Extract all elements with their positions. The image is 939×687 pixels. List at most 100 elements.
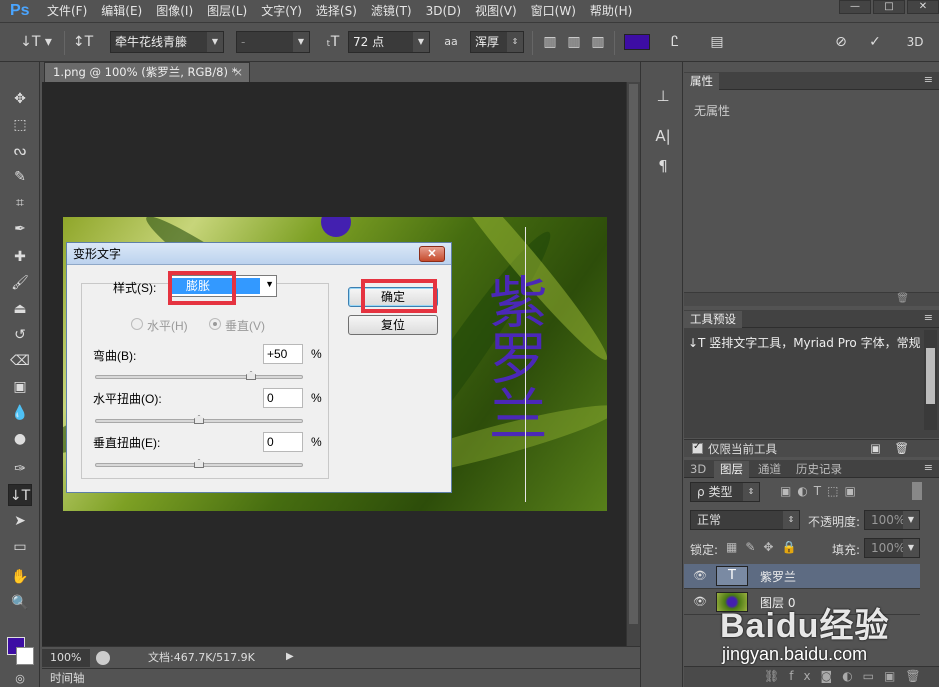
menu-image[interactable]: 图像(I) bbox=[149, 0, 200, 22]
fill-input[interactable]: 100% ▼ bbox=[864, 538, 920, 558]
eyedropper-tool-icon[interactable]: ✒ bbox=[8, 218, 32, 240]
paragraph-icon[interactable]: ¶ bbox=[653, 156, 673, 176]
tool-preset-item[interactable]: ↓T 竖排文字工具，Myriad Pro 字体，常规 bbox=[688, 334, 920, 351]
close-button[interactable]: ✕ bbox=[907, 0, 939, 14]
font-style-select[interactable]: - ▼ bbox=[236, 31, 310, 53]
current-tool-only-checkbox[interactable] bbox=[692, 441, 703, 454]
layers-tabbar: 3D 图层 通道 历史记录 ≡ bbox=[684, 460, 939, 478]
play-right-icon[interactable]: ▶ bbox=[286, 651, 294, 662]
text-color-swatch[interactable] bbox=[624, 34, 650, 50]
cancel-icon[interactable]: ⊘ bbox=[830, 31, 852, 53]
tab-3d[interactable]: 3D bbox=[684, 461, 712, 478]
hand-tool-icon[interactable]: ✋ bbox=[8, 566, 32, 588]
lock-icons[interactable]: ▦✎✥🔒 bbox=[726, 540, 804, 554]
zoom-tool-icon[interactable]: 🔍 bbox=[8, 592, 32, 614]
eraser-tool-icon[interactable]: ⌫ bbox=[8, 350, 32, 372]
blend-mode-select[interactable]: 正常 ⇕ bbox=[690, 510, 800, 530]
menu-select[interactable]: 选择(S) bbox=[309, 0, 364, 22]
panel-menu-icon[interactable]: ≡ bbox=[924, 311, 933, 324]
background-color-swatch[interactable] bbox=[16, 647, 34, 665]
timeline-panel-tab[interactable]: 时间轴 bbox=[42, 668, 640, 687]
commit-icon[interactable]: ✓ bbox=[864, 31, 886, 53]
zoom-level[interactable]: 100% bbox=[42, 649, 90, 667]
panel-menu-icon[interactable]: ≡ bbox=[924, 73, 933, 86]
font-family-select[interactable]: 牵牛花线青籐 ▼ bbox=[110, 31, 224, 53]
menu-file[interactable]: 文件(F) bbox=[40, 0, 94, 22]
pen-tool-icon[interactable]: ✑ bbox=[8, 458, 32, 480]
antialias-select[interactable]: 浑厚 ⇕ bbox=[470, 31, 524, 53]
tool-presets-icon[interactable]: ⊥ bbox=[653, 86, 673, 106]
menu-help[interactable]: 帮助(H) bbox=[583, 0, 639, 22]
bend-slider[interactable] bbox=[95, 375, 303, 379]
horizontal-distort-percent: % bbox=[311, 391, 322, 405]
align-top-icon[interactable]: ▥ bbox=[540, 31, 560, 53]
tab-properties[interactable]: 属性 bbox=[684, 73, 719, 90]
reset-button[interactable]: 复位 bbox=[348, 315, 438, 335]
warp-text-icon[interactable]: Ꮭ bbox=[664, 31, 686, 53]
font-size-select[interactable]: 72 点 ▼ bbox=[348, 31, 430, 53]
character-icon[interactable]: A| bbox=[653, 126, 673, 146]
document-tab[interactable]: 1.png @ 100% (紫罗兰, RGB/8) * × bbox=[44, 62, 250, 82]
history-brush-tool-icon[interactable]: ↺ bbox=[8, 324, 32, 346]
vertical-radio[interactable] bbox=[209, 318, 221, 330]
align-center-icon[interactable]: ▥ bbox=[564, 31, 584, 53]
crop-tool-icon[interactable]: ⌗ bbox=[8, 192, 32, 214]
tab-channels[interactable]: 通道 bbox=[752, 461, 787, 478]
canvas-vertical-scrollbar[interactable] bbox=[626, 82, 640, 646]
trash-icon[interactable]: 🗑 bbox=[894, 441, 909, 455]
panel-menu-icon[interactable]: ≡ bbox=[924, 461, 933, 474]
menu-filter[interactable]: 滤镜(T) bbox=[364, 0, 419, 22]
menu-layer[interactable]: 图层(L) bbox=[200, 0, 254, 22]
menu-edit[interactable]: 编辑(E) bbox=[94, 0, 149, 22]
vertical-type-tool-icon[interactable]: ↓T ▾ bbox=[18, 31, 54, 53]
chevron-down-icon: ▼ bbox=[207, 32, 223, 52]
clone-stamp-tool-icon[interactable]: ⏏ bbox=[8, 298, 32, 320]
menu-view[interactable]: 视图(V) bbox=[468, 0, 524, 22]
align-bottom-icon[interactable]: ▥ bbox=[588, 31, 608, 53]
minimize-button[interactable]: — bbox=[839, 0, 871, 14]
menu-window[interactable]: 窗口(W) bbox=[524, 0, 583, 22]
new-preset-icon[interactable]: ▣ bbox=[870, 441, 881, 455]
tab-history[interactable]: 历史记录 bbox=[790, 461, 848, 478]
character-panel-icon[interactable]: ▤ bbox=[706, 31, 728, 53]
tab-layers[interactable]: 图层 bbox=[714, 461, 749, 478]
quick-select-tool-icon[interactable]: ✎ bbox=[8, 166, 32, 188]
layer-filter-kind[interactable]: ρ 类型 ⇕ bbox=[690, 482, 760, 502]
tab-tool-presets[interactable]: 工具预设 bbox=[684, 311, 742, 328]
layer-filter-icons[interactable]: ▣◐T⬚▣ bbox=[780, 484, 862, 498]
rectangle-tool-icon[interactable]: ▭ bbox=[8, 536, 32, 558]
horizontal-radio[interactable] bbox=[131, 318, 143, 330]
path-selection-tool-icon[interactable]: ➤ bbox=[8, 510, 32, 532]
toggle-orientation-icon[interactable]: ↕T bbox=[72, 31, 94, 53]
3d-icon[interactable]: 3D bbox=[902, 31, 928, 53]
menu-3d[interactable]: 3D(D) bbox=[419, 0, 468, 22]
eye-icon[interactable]: 👁 bbox=[693, 595, 707, 608]
vertical-type-tool-icon[interactable]: ↓T bbox=[8, 484, 32, 506]
vertical-distort-input[interactable]: 0 bbox=[263, 432, 303, 452]
status-info-icon[interactable] bbox=[96, 651, 110, 665]
lasso-tool-icon[interactable]: ᔓ bbox=[8, 140, 32, 162]
close-tab-icon[interactable]: × bbox=[233, 63, 243, 82]
quick-mask-icon[interactable]: ◎ bbox=[8, 668, 32, 687]
menu-type[interactable]: 文字(Y) bbox=[254, 0, 309, 22]
healing-brush-tool-icon[interactable]: ✚ bbox=[8, 246, 32, 268]
blur-tool-icon[interactable]: 💧 bbox=[8, 402, 32, 424]
layer-row[interactable]: 👁 T 紫罗兰 bbox=[684, 564, 920, 589]
eye-icon[interactable]: 👁 bbox=[693, 569, 707, 582]
maximize-button[interactable]: □ bbox=[873, 0, 905, 14]
scrollbar-thumb[interactable] bbox=[629, 84, 638, 624]
gradient-tool-icon[interactable]: ▣ bbox=[8, 376, 32, 398]
tool-presets-scrollbar[interactable] bbox=[924, 330, 937, 430]
warped-text-layer[interactable]: 紫罗兰 bbox=[479, 227, 555, 487]
scrollbar-thumb[interactable] bbox=[926, 348, 935, 404]
dodge-tool-icon[interactable]: ● bbox=[8, 428, 32, 450]
marquee-tool-icon[interactable]: ⬚ bbox=[8, 114, 32, 136]
tool-presets-list: ↓T 竖排文字工具，Myriad Pro 字体，常规 bbox=[684, 328, 939, 438]
horizontal-distort-input[interactable]: 0 bbox=[263, 388, 303, 408]
opacity-input[interactable]: 100% ▼ bbox=[864, 510, 920, 530]
filter-toggle[interactable] bbox=[912, 482, 922, 500]
brush-tool-icon[interactable]: 🖌 bbox=[8, 272, 32, 294]
move-tool-icon[interactable]: ✥ bbox=[8, 88, 32, 110]
bend-input[interactable]: +50 bbox=[263, 344, 303, 364]
dialog-close-button[interactable]: ✕ bbox=[419, 246, 445, 262]
